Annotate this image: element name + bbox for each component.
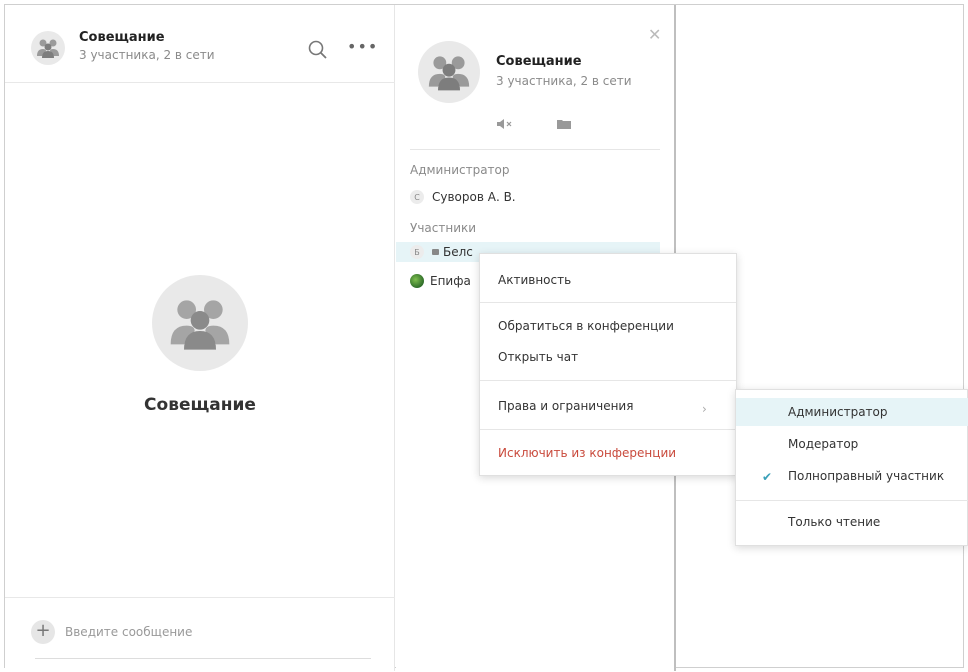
chat-pane: Совещание 3 участника, 2 в сети ••• Сове…: [5, 5, 395, 671]
avatar: С: [410, 190, 424, 204]
attach-plus-button[interactable]: +: [31, 620, 55, 644]
members-section-label: Участники: [410, 221, 477, 235]
member-context-menu: Активность Обратиться в конференции Откр…: [479, 253, 737, 476]
group-icon: [37, 39, 59, 58]
submenu-item-full-member[interactable]: Полноправный участник: [788, 469, 944, 483]
menu-separator: [736, 500, 968, 501]
menu-separator: [480, 302, 736, 303]
close-icon[interactable]: ✕: [648, 25, 661, 44]
group-icon: [170, 300, 230, 350]
chat-title: Совещание: [79, 30, 165, 45]
member-name: Суворов А. В.: [432, 190, 516, 204]
chat-subtitle: 3 участника, 2 в сети: [79, 48, 215, 62]
folder-icon[interactable]: [556, 117, 572, 131]
conference-title: Совещание: [144, 395, 256, 415]
info-title: Совещание: [496, 54, 582, 69]
divider: [410, 149, 660, 150]
mute-icon[interactable]: [496, 117, 512, 131]
avatar: [410, 274, 424, 288]
menu-item-remove-from-conference[interactable]: Исключить из конференции: [498, 446, 676, 460]
lock-icon: [432, 249, 439, 255]
submenu-item-read-only[interactable]: Только чтение: [788, 515, 880, 529]
group-icon: [428, 56, 470, 91]
menu-item-activity[interactable]: Активность: [498, 273, 571, 287]
message-input[interactable]: [65, 622, 355, 642]
group-avatar-large: [152, 275, 248, 371]
admin-section-label: Администратор: [410, 163, 510, 177]
rights-submenu: Администратор Модератор ✔ Полноправный у…: [735, 389, 968, 546]
member-item[interactable]: Б Белс: [410, 242, 473, 262]
submenu-item-moderator[interactable]: Модератор: [788, 437, 858, 451]
menu-separator: [480, 380, 736, 381]
menu-separator: [480, 429, 736, 430]
group-avatar[interactable]: [31, 31, 65, 65]
menu-item-open-chat[interactable]: Открыть чат: [498, 350, 578, 364]
message-composer: +: [5, 597, 395, 667]
chat-header: Совещание 3 участника, 2 в сети •••: [5, 5, 395, 83]
menu-item-rights[interactable]: Права и ограничения: [498, 399, 633, 413]
avatar: Б: [410, 245, 424, 259]
member-item[interactable]: Епифа: [410, 271, 471, 291]
member-name: Белс: [443, 245, 473, 259]
menu-item-call-in-conference[interactable]: Обратиться в конференции: [498, 319, 674, 333]
composer-underline: [35, 658, 371, 659]
more-icon[interactable]: •••: [347, 37, 378, 56]
member-item[interactable]: С Суворов А. В.: [410, 187, 516, 207]
info-actions: [496, 117, 572, 131]
chat-empty-state: Совещание: [5, 275, 395, 415]
info-subtitle: 3 участника, 2 в сети: [496, 74, 632, 88]
submenu-item-administrator[interactable]: Администратор: [788, 405, 888, 419]
conference-avatar: [418, 41, 480, 103]
member-name: Епифа: [430, 274, 471, 288]
chevron-right-icon: ›: [702, 402, 707, 416]
checkmark-icon: ✔: [762, 470, 773, 484]
search-icon[interactable]: [307, 39, 329, 61]
